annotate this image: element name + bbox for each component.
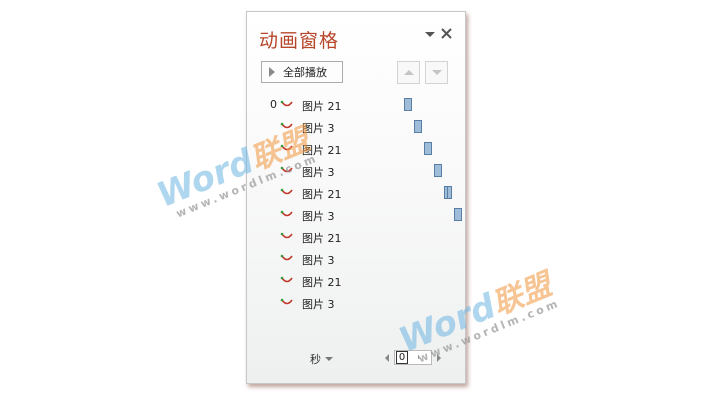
close-icon [441, 28, 452, 39]
animation-item-name: 图片 3 [302, 122, 335, 135]
animation-list-item[interactable]: 图片 21 [247, 226, 465, 248]
effect-path-icon [280, 210, 293, 217]
move-down-button[interactable] [425, 61, 448, 84]
animation-list-item[interactable]: 图片 3 [247, 292, 465, 314]
animation-pane: 动画窗格 全部播放 0 图片 21 图片 3 图片 21 图片 3 图片 21 图片 3 图片… [246, 11, 466, 384]
timeline-bar[interactable] [454, 208, 462, 221]
animation-item-name: 图片 21 [302, 188, 342, 201]
animation-item-name: 图片 21 [302, 144, 342, 157]
timeline-zero-marker: 0 [396, 351, 408, 364]
animation-list-item[interactable]: 图片 21 [247, 138, 465, 160]
effect-path-icon [280, 254, 293, 261]
animation-list-item[interactable]: 图片 3 [247, 160, 465, 182]
effect-path-icon [280, 122, 293, 129]
effect-path-icon [280, 144, 293, 151]
up-arrow-icon [403, 70, 414, 75]
animation-item-name: 图片 3 [302, 166, 335, 179]
dropdown-arrow-icon [425, 32, 435, 37]
down-arrow-icon [431, 70, 442, 75]
close-button[interactable] [441, 28, 452, 43]
effect-path-icon [280, 276, 293, 283]
timeline-bar[interactable] [444, 186, 448, 199]
animation-item-name: 图片 3 [302, 210, 335, 223]
animation-list-item[interactable]: 0 图片 21 [247, 94, 465, 116]
animation-list-item[interactable]: 图片 3 [247, 204, 465, 226]
effect-path-icon [280, 166, 293, 173]
zoom-out-arrow-icon[interactable] [385, 353, 389, 362]
play-icon [269, 67, 275, 77]
animation-item-name: 图片 3 [302, 254, 335, 267]
effect-path-icon [280, 188, 293, 195]
animation-item-name: 图片 21 [302, 232, 342, 245]
time-unit-label: 秒 [310, 353, 321, 366]
timeline-bar[interactable] [434, 164, 442, 177]
timeline-bar[interactable] [414, 120, 422, 133]
animation-list-item[interactable]: 图片 21 [247, 270, 465, 292]
animation-item-name: 图片 3 [302, 298, 335, 311]
play-all-label: 全部播放 [283, 66, 327, 79]
play-all-button[interactable]: 全部播放 [261, 61, 343, 83]
zoom-in-arrow-icon[interactable] [437, 353, 441, 362]
time-unit-dropdown[interactable]: 秒 [310, 351, 333, 367]
pane-options-dropdown[interactable] [425, 28, 435, 42]
dropdown-arrow-icon [325, 357, 333, 361]
effect-path-icon [280, 298, 293, 305]
timeline-scale[interactable]: 0 [394, 350, 432, 365]
pane-title: 动画窗格 [259, 30, 340, 52]
timeline-bar[interactable] [404, 98, 412, 111]
move-up-button[interactable] [397, 61, 420, 84]
sequence-number: 0 [270, 98, 277, 111]
effect-path-icon [280, 232, 293, 239]
animation-list-item[interactable]: 图片 3 [247, 248, 465, 270]
animation-list-item[interactable]: 图片 3 [247, 116, 465, 138]
timeline-bar[interactable] [424, 142, 432, 155]
animation-list-item[interactable]: 图片 21 [247, 182, 465, 204]
animation-list: 0 图片 21 图片 3 图片 21 图片 3 图片 21 图片 3 图片 21 图片 3 图片 … [247, 94, 465, 314]
timeline-zoom: 0 [385, 350, 441, 365]
effect-path-icon [280, 100, 293, 107]
animation-item-name: 图片 21 [302, 276, 342, 289]
animation-item-name: 图片 21 [302, 100, 342, 113]
timeline-tick [418, 355, 419, 359]
